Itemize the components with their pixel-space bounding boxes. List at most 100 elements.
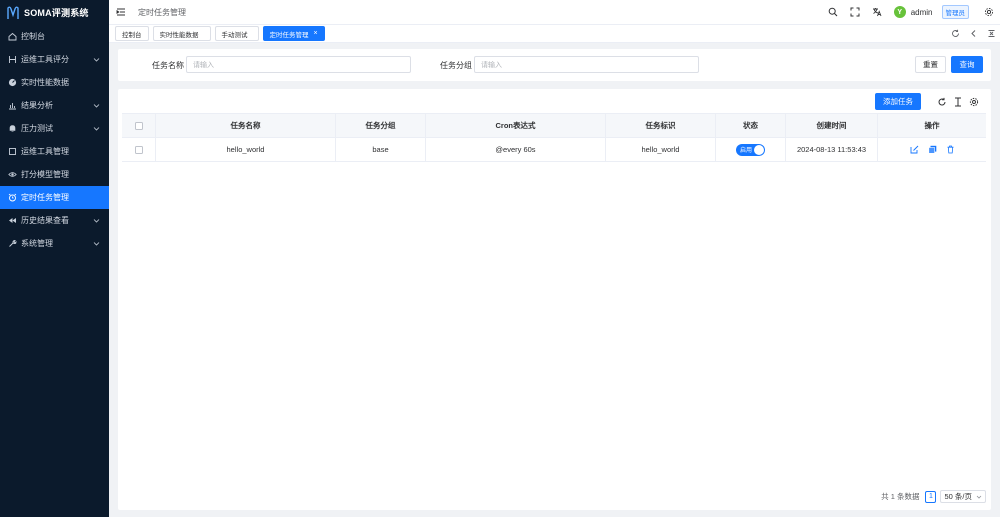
select-all-checkbox[interactable] [134,121,143,130]
tab-dashboard[interactable]: 控制台 [115,26,149,41]
column-header[interactable]: 创建时间 [786,114,878,137]
sidebar-item-scheduled-task-management[interactable]: 定时任务管理 [0,186,109,209]
refresh-icon[interactable] [937,97,947,107]
sidebar-item-result-analysis[interactable]: 结果分析 [0,94,109,117]
sidebar-item-label: 系统管理 [21,239,53,248]
sidebar-item-realtime-performance[interactable]: 实时性能数据 [0,71,109,94]
box-icon [8,147,17,156]
tab-label: 定时任务管理 [269,31,309,39]
search-form: 任务名称 请输入 任务分组 请输入 重置 查询 [118,49,991,81]
wrench-icon [8,239,17,248]
task-name-input[interactable]: 请输入 [186,56,411,73]
cron-cell: @every 60s [426,138,606,161]
table-toolbar: 添加任务 [875,93,979,110]
column-height-icon[interactable] [953,97,963,107]
chevron-down-icon [93,219,100,223]
refresh-icon[interactable] [951,29,960,38]
app-logo[interactable]: SOMA评测系统 [0,0,109,25]
query-button[interactable]: 查询 [951,56,983,73]
table-header-row: 任务名称 任务分组 Cron表达式 任务标识 状态 创建时间 操作 [122,114,986,138]
alarm-clock-icon [8,193,17,202]
sidebar-item-label: 结果分析 [21,101,53,110]
sidebar-item-ops-tool-scoring[interactable]: 运维工具评分 [0,48,109,71]
reset-button[interactable]: 重置 [915,56,946,73]
sidebar-item-dashboard[interactable]: 控制台 [0,25,109,48]
task-group-placeholder: 请输入 [481,61,502,69]
page-number[interactable]: 1 [925,490,937,503]
task-name-placeholder: 请输入 [193,61,214,69]
column-header[interactable]: Cron表达式 [426,114,606,137]
pagination: 共 1 条数据 1 50 条/页 [881,490,986,503]
column-header[interactable]: 任务名称 [156,114,336,137]
tab-manual-test[interactable]: 手动测试 [214,26,259,41]
chevron-down-icon [93,127,100,131]
tab-realtime-performance[interactable]: 实时性能数据 [152,26,211,41]
column-header[interactable]: 状态 [716,114,786,137]
column-header[interactable]: 任务分组 [336,114,426,137]
column-header[interactable]: 任务标识 [606,114,716,137]
gear-icon[interactable] [983,7,994,18]
sidebar-item-label: 定时任务管理 [21,193,69,202]
status-toggle[interactable]: 启用 [736,143,765,156]
tabs-bar: 控制台 实时性能数据 手动测试 定时任务管理 × [109,25,1000,43]
translate-icon[interactable] [872,7,883,18]
role-badge: 管理员 [941,5,969,19]
app-name: SOMA评测系统 [24,8,89,18]
sidebar-item-system-management[interactable]: 系统管理 [0,232,109,255]
chevron-down-icon [93,58,100,62]
status-toggle-label: 启用 [740,148,753,154]
tools-icon [8,55,17,64]
add-task-button[interactable]: 添加任务 [875,93,921,110]
chevron-down-icon [93,104,100,108]
settings-icon[interactable] [969,97,979,107]
sidebar-item-stress-test[interactable]: 压力测试 [0,117,109,140]
column-header: 操作 [924,121,940,130]
avatar[interactable]: Y [893,6,906,18]
sidebar-item-label: 历史结果查看 [21,216,69,225]
select-all-cell [122,114,156,137]
row-checkbox[interactable] [134,145,143,154]
chevron-left-icon[interactable] [969,29,978,38]
toggle-knob [754,144,764,155]
sidebar: SOMA评测系统 控制台 运维工具评分 实时性能数据 结果分析 压力测试 运维工… [0,0,109,517]
tab-label: 手动测试 [221,31,248,39]
menu-collapse-icon[interactable] [115,6,127,18]
task-group-label: 任务分组 [440,61,472,70]
tab-label: 实时性能数据 [159,31,199,39]
bell-icon [8,124,17,133]
copy-icon[interactable] [928,145,937,154]
sidebar-item-scoring-model-management[interactable]: 打分模型管理 [0,163,109,186]
actions-cell [878,138,986,161]
sidebar-item-label: 压力测试 [21,124,53,133]
task-group-cell: base [336,138,426,161]
logo-icon [7,6,19,19]
page-size-select[interactable]: 50 条/页 [940,490,986,503]
tab-scheduled-task-management[interactable]: 定时任务管理 × [262,26,325,41]
username[interactable]: admin [911,8,933,17]
total-count: 共 1 条数据 [881,492,920,501]
gauge-icon [8,78,17,87]
table-row[interactable]: hello_world base @every 60s hello_world … [122,138,986,162]
chevron-down-icon [93,242,100,246]
eye-icon [8,170,17,179]
sidebar-item-label: 运维工具评分 [21,55,69,64]
sidebar-item-label: 实时性能数据 [21,78,69,87]
tab-label: 控制台 [122,31,142,39]
search-icon[interactable] [828,7,839,18]
bar-chart-icon [8,101,17,110]
sidebar-item-ops-tool-management[interactable]: 运维工具管理 [0,140,109,163]
rewind-icon [8,216,17,225]
task-group-input[interactable]: 请输入 [474,56,699,73]
status-cell: 启用 [716,138,786,161]
task-table: 任务名称 任务分组 Cron表达式 任务标识 状态 创建时间 操作 hello_… [122,113,986,162]
close-icon[interactable]: × [314,30,318,37]
close-other-tabs-icon[interactable] [987,29,996,38]
task-name-label: 任务名称 [152,61,184,70]
created-time-cell: 2024-08-13 11:53:43 [786,138,878,161]
identifier-cell: hello_world [606,138,716,161]
delete-icon[interactable] [946,145,955,154]
edit-icon[interactable] [910,145,919,154]
sidebar-item-history-results[interactable]: 历史结果查看 [0,209,109,232]
sidebar-item-label: 控制台 [21,32,45,41]
fullscreen-icon[interactable] [850,7,861,18]
